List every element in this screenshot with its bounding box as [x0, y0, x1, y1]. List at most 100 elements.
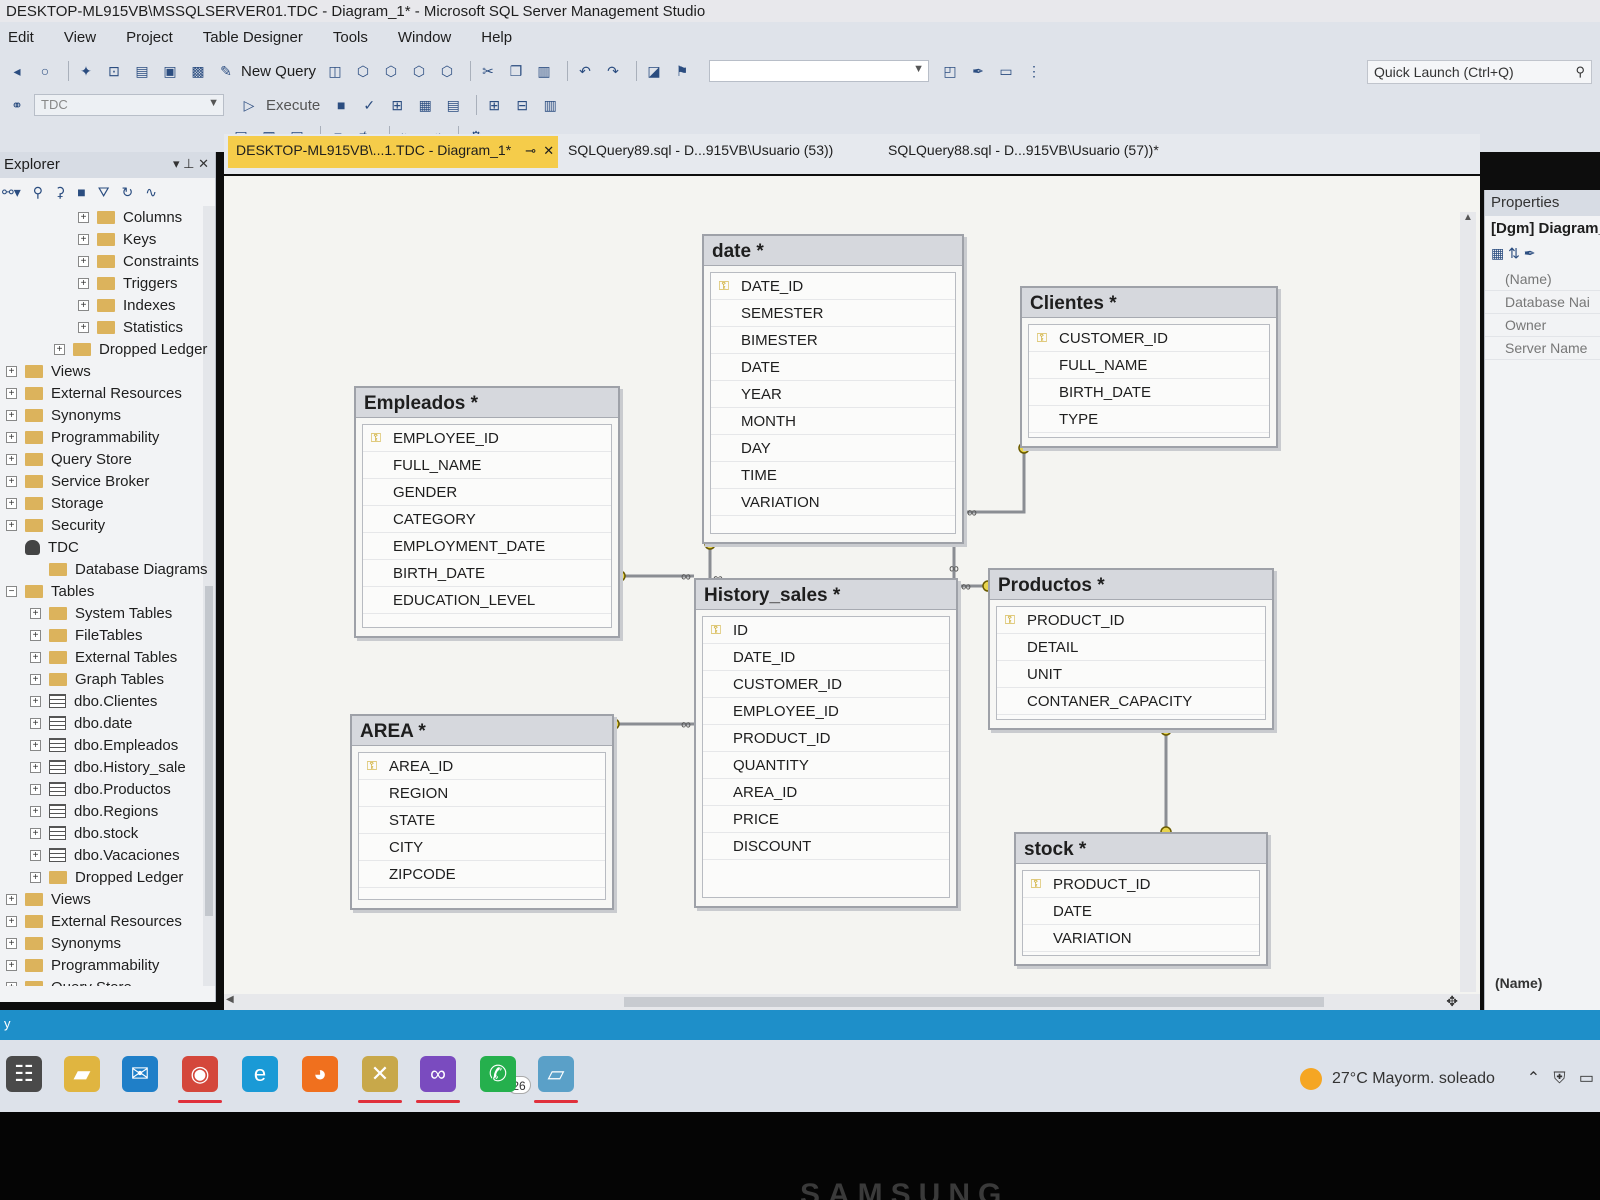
stop-icon[interactable]: ■ — [330, 95, 352, 115]
menu-window[interactable]: Window — [394, 27, 455, 48]
expand-icon[interactable]: + — [30, 651, 41, 663]
column-row[interactable]: VARIATION — [1023, 925, 1259, 952]
refresh-icon[interactable]: ↻ — [122, 184, 134, 201]
task-view-icon[interactable]: ☷ — [6, 1056, 42, 1092]
dmx-query-icon[interactable]: ⬡ — [380, 61, 402, 81]
forward-icon[interactable]: ○ — [34, 61, 56, 81]
expand-icon[interactable]: + — [6, 431, 17, 443]
tab-sqlquery89[interactable]: SQLQuery89.sql - D...915VB\Usuario (53)) — [560, 136, 860, 168]
new-project-icon[interactable]: ✦ — [75, 61, 97, 81]
network-icon[interactable]: ▭ — [1579, 1070, 1594, 1087]
menu-project[interactable]: Project — [122, 27, 177, 48]
tree-node[interactable]: + Programmability — [6, 954, 159, 976]
expand-icon[interactable]: + — [78, 299, 89, 311]
menu-view[interactable]: View — [60, 27, 100, 48]
connect-icon[interactable]: ⚲ — [33, 184, 43, 201]
column-row[interactable]: BIMESTER — [711, 327, 955, 354]
property-pages-icon[interactable]: ✒ — [1524, 245, 1536, 261]
table-area[interactable]: AREA * ⚿ AREA_ID REGION STATE CITY ZIPCODE — [350, 714, 614, 910]
relationship-clientes-history[interactable] — [964, 448, 1026, 514]
expand-icon[interactable]: + — [30, 739, 41, 751]
expand-icon[interactable]: + — [30, 695, 41, 707]
tab-sqlquery88[interactable]: SQLQuery88.sql - D...915VB\Usuario (57))… — [880, 136, 1200, 168]
table-productos[interactable]: Productos * ⚿ PRODUCT_ID DETAIL UNIT CONTANER… — [988, 568, 1274, 730]
expand-icon[interactable]: + — [6, 497, 17, 509]
tree-node[interactable]: + Service Broker — [6, 470, 149, 492]
column-row[interactable]: QUANTITY — [703, 752, 949, 779]
column-row[interactable]: AREA_ID — [703, 779, 949, 806]
column-row[interactable]: DISCOUNT — [703, 833, 949, 860]
scrollbar-thumb[interactable] — [205, 586, 213, 916]
save-all-icon[interactable]: ▩ — [187, 61, 209, 81]
expand-icon[interactable]: + — [30, 849, 41, 861]
expand-icon[interactable]: + — [30, 805, 41, 817]
alphabetical-icon[interactable]: ⇅ — [1508, 245, 1520, 261]
tree-node[interactable]: + dbo.Regions — [30, 800, 158, 822]
save-icon[interactable]: ▣ — [159, 61, 181, 81]
tree-node[interactable]: + Synonyms — [6, 404, 121, 426]
column-row[interactable]: DATE — [711, 354, 955, 381]
expand-icon[interactable]: + — [6, 937, 17, 949]
expand-icon[interactable]: + — [54, 343, 65, 355]
tree-node[interactable]: − Tables — [6, 580, 94, 602]
solution-explorer-icon[interactable]: ◰ — [939, 61, 961, 81]
column-row[interactable]: ⚿ PRODUCT_ID — [997, 607, 1265, 634]
table-empleados[interactable]: Empleados * ⚿ EMPLOYEE_ID FULL_NAME GENDER CA… — [354, 386, 620, 638]
column-row[interactable]: TIME — [711, 462, 955, 489]
chevron-up-icon[interactable]: ⌃ — [1527, 1070, 1540, 1087]
results-icon[interactable]: ▤ — [442, 95, 464, 115]
redo-icon[interactable]: ↷ — [602, 61, 624, 81]
tree-node[interactable]: Database Diagrams — [30, 558, 208, 580]
property-row[interactable]: Owner — [1485, 314, 1600, 337]
column-row[interactable]: ⚿ DATE_ID — [711, 273, 955, 300]
toolbox-icon[interactable]: ▭ — [995, 61, 1017, 81]
tree-node[interactable]: + External Resources — [6, 910, 182, 932]
column-row[interactable]: UNIT — [997, 661, 1265, 688]
expand-icon[interactable]: + — [78, 277, 89, 289]
app-icon[interactable]: ▱ — [538, 1056, 574, 1092]
tree-node[interactable]: + dbo.Clientes — [30, 690, 157, 712]
expand-icon[interactable]: + — [78, 211, 89, 223]
expand-icon[interactable]: + — [78, 255, 89, 267]
tree-node[interactable]: + Indexes — [78, 294, 176, 316]
quick-launch-input[interactable]: Quick Launch (Ctrl+Q) ⚲ — [1367, 60, 1592, 84]
tree-node[interactable]: + dbo.Vacaciones — [30, 844, 180, 866]
tree-node[interactable]: + Triggers — [78, 272, 177, 294]
column-row[interactable]: ZIPCODE — [359, 861, 605, 888]
column-row[interactable]: ⚿ EMPLOYEE_ID — [363, 425, 611, 452]
window-position-icon[interactable]: ▾ — [173, 156, 180, 171]
tree-node[interactable]: + Query Store — [6, 448, 132, 470]
expand-icon[interactable]: + — [78, 321, 89, 333]
column-row[interactable]: TYPE — [1029, 406, 1269, 433]
tree-node[interactable]: + Synonyms — [6, 932, 121, 954]
filter-icon[interactable]: ⛛ — [98, 184, 110, 201]
database-engine-query-icon[interactable]: ◫ — [324, 61, 346, 81]
column-row[interactable]: PRICE — [703, 806, 949, 833]
copy-icon[interactable]: ❐ — [505, 61, 527, 81]
tree-node[interactable]: + Keys — [78, 228, 156, 250]
display-plan-icon[interactable]: ⊞ — [386, 95, 408, 115]
tree-node[interactable]: + dbo.date — [30, 712, 132, 734]
property-row[interactable]: (Name) — [1485, 268, 1600, 291]
table-title[interactable]: date * — [704, 236, 962, 266]
column-row[interactable]: CONTANER_CAPACITY — [997, 688, 1265, 715]
undo-icon[interactable]: ↶ — [574, 61, 596, 81]
column-row[interactable]: ⚿ ID — [703, 617, 949, 644]
table-title[interactable]: Productos * — [990, 570, 1272, 600]
column-row[interactable]: MONTH — [711, 408, 955, 435]
mdx-query-icon[interactable]: ⬡ — [352, 61, 374, 81]
expand-icon[interactable]: + — [6, 365, 17, 377]
property-row[interactable]: Server Name — [1485, 337, 1600, 360]
column-row[interactable]: CITY — [359, 834, 605, 861]
column-row[interactable]: ⚿ PRODUCT_ID — [1023, 871, 1259, 898]
property-row[interactable]: Database Nai — [1485, 291, 1600, 314]
expand-icon[interactable]: + — [6, 915, 17, 927]
tree-node[interactable]: + dbo.Empleados — [30, 734, 178, 756]
activity-monitor-icon[interactable]: ∿ — [145, 184, 157, 201]
connect-dropdown-icon[interactable]: ⚯▾ — [2, 184, 21, 201]
tree-node[interactable]: + Query Store — [6, 976, 132, 986]
expand-icon[interactable]: + — [30, 761, 41, 773]
tree-node[interactable]: + Statistics — [78, 316, 183, 338]
tree-node[interactable]: + Columns — [78, 206, 182, 228]
table-title[interactable]: Empleados * — [356, 388, 618, 418]
